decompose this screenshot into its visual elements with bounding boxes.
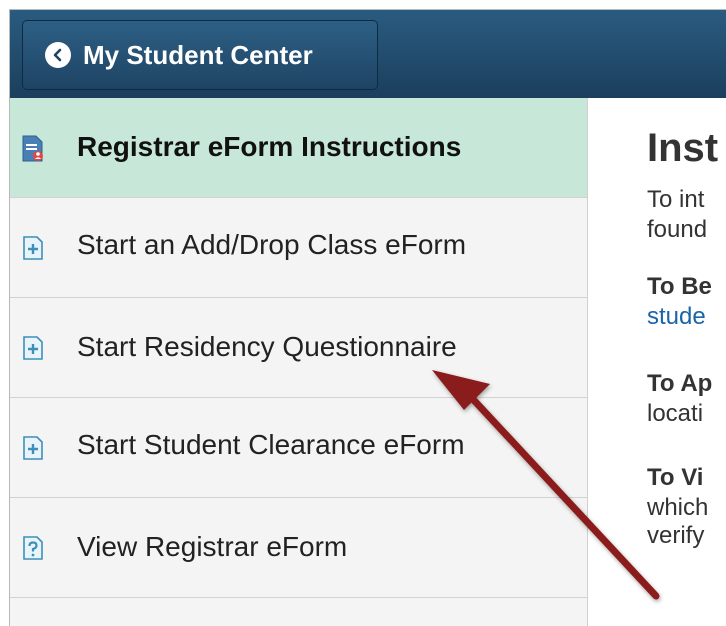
sidebar-item-view-registrar-eform[interactable]: View Registrar eForm xyxy=(10,498,587,598)
sidebar-item-label: Start an Add/Drop Class eForm xyxy=(77,229,467,260)
sidebar-item-label: Registrar eForm Instructions xyxy=(77,131,462,162)
document-user-icon xyxy=(21,135,45,162)
sidebar-item-registrar-eform-instructions[interactable]: Registrar eForm Instructions xyxy=(10,98,587,198)
sidebar-item-label: Start Residency Questionnaire xyxy=(77,331,457,362)
my-student-center-button[interactable]: My Student Center xyxy=(22,20,378,90)
sidebar-item-add-drop-eform[interactable]: Start an Add/Drop Class eForm xyxy=(10,198,587,298)
sidebar-item-label: Start Student Clearance eForm xyxy=(77,429,465,460)
instructions-panel: Inst To int found To Be stude To Ap loca… xyxy=(589,98,726,626)
add-form-icon xyxy=(21,335,45,361)
content-text: locati xyxy=(647,400,704,427)
content-text: verify xyxy=(647,522,705,549)
back-button-label: My Student Center xyxy=(83,39,313,70)
sidebar-item-label: View Registrar eForm xyxy=(77,531,348,562)
content-text: To int xyxy=(647,186,705,213)
add-form-icon xyxy=(21,235,45,261)
content-text: which xyxy=(647,494,709,521)
chevron-left-icon xyxy=(45,42,71,68)
header-bar: My Student Center xyxy=(10,10,726,98)
add-form-icon xyxy=(21,435,45,461)
sidebar-item-residency-questionnaire[interactable]: Start Residency Questionnaire xyxy=(10,298,587,398)
app-frame: My Student Center Registrar eForm Instru… xyxy=(9,9,726,626)
section-heading: To Vi xyxy=(647,464,704,491)
content-text: found xyxy=(647,216,708,243)
content-link[interactable]: stude xyxy=(647,303,706,331)
section-heading: To Be xyxy=(647,273,712,300)
view-form-icon xyxy=(21,535,45,561)
section-heading: To Ap xyxy=(647,370,713,397)
sidebar-nav: Registrar eForm Instructions Start an Ad… xyxy=(10,98,588,626)
sidebar-item-student-clearance-eform[interactable]: Start Student Clearance eForm xyxy=(10,398,587,498)
page-title: Inst xyxy=(647,126,719,170)
